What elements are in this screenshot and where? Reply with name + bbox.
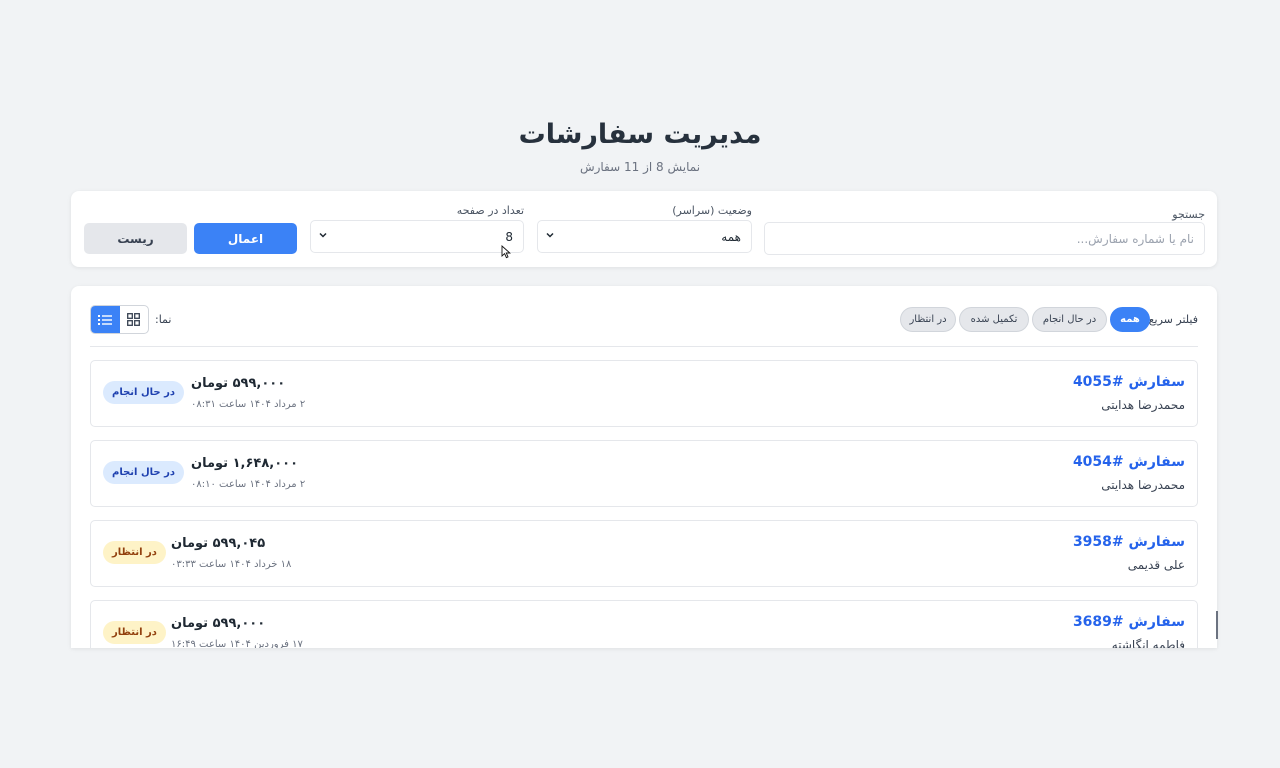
quick-filter-label: فیلتر سریع: [1144,313,1198,326]
reset-button[interactable]: ریست [84,223,187,254]
order-amount: ۵۹۹,۰۰۰ تومان [171,616,266,631]
order-datetime: ۱۷ فروردین ۱۴۰۴ ساعت ۱۶:۴۹ [171,639,303,648]
order-id-link[interactable]: سفارش #3689 [1073,614,1185,630]
page-header: مدیریت سفارشات نمایش 8 از 11 سفارش [0,116,1280,174]
order-datetime: ۱۸ خرداد ۱۴۰۴ ساعت ۰۳:۳۳ [171,559,292,570]
status-badge: در انتظار [103,621,166,644]
scrollbar-thumb[interactable] [1216,611,1218,639]
search-input[interactable]: نام یا شماره سفارش... [764,222,1205,255]
grid-view-button[interactable] [120,306,149,333]
page-subtitle: نمایش 8 از 11 سفارش [579,160,701,174]
order-row[interactable]: سفارش #3958 علی قدیمی ۵۹۹,۰۴۵ تومان ۱۸ خ… [90,520,1198,587]
status-select[interactable]: همه [537,220,752,253]
order-id-link[interactable]: سفارش #3958 [1073,534,1185,550]
chip-all[interactable]: همه [1110,307,1150,332]
order-amount: ۱,۶۴۸,۰۰۰ تومان [191,456,299,471]
mouse-cursor-icon [501,245,511,259]
apply-button[interactable]: اعمال [194,223,297,254]
chevron-down-icon [317,230,329,242]
status-badge: در انتظار [103,541,166,564]
status-badge: در حال انجام [103,381,184,404]
order-customer: علی قدیمی [1127,558,1185,572]
order-id-link[interactable]: سفارش #4055 [1073,374,1185,390]
order-row[interactable]: سفارش #3689 فاطمه انگاشته ۵۹۹,۰۰۰ تومان … [90,600,1198,648]
order-customer: محمدرضا هدایتی [1101,478,1185,492]
status-badge: در حال انجام [103,461,184,484]
search-label: جستجو [1172,208,1205,221]
orders-panel: فیلتر سریع: همه در حال انجام تکمیل شده د… [71,286,1217,648]
view-toggle [90,305,149,334]
order-amount: ۵۹۹,۰۰۰ تومان [191,376,286,391]
status-label: وضعیت (سراسر) [672,204,752,217]
chip-in-progress[interactable]: در حال انجام [1032,307,1107,332]
order-amount: ۵۹۹,۰۴۵ تومان [171,536,266,551]
chip-completed[interactable]: تکمیل شده [959,307,1029,332]
per-page-value: 8 [505,229,513,244]
order-datetime: ۲ مرداد ۱۴۰۴ ساعت ۰۸:۳۱ [191,399,306,410]
order-row[interactable]: سفارش #4054 محمدرضا هدایتی ۱,۶۴۸,۰۰۰ توم… [90,440,1198,507]
filter-panel: جستجو نام یا شماره سفارش... وضعیت (سراسر… [71,191,1217,267]
list-view-button[interactable] [91,306,120,333]
chevron-down-icon [544,230,556,242]
order-customer: فاطمه انگاشته [1111,638,1185,648]
toolbar-divider [90,346,1198,347]
chip-pending[interactable]: در انتظار [900,307,956,332]
per-page-select[interactable]: 8 [310,220,524,253]
page-title: مدیریت سفارشات [518,119,762,150]
order-id-link[interactable]: سفارش #4054 [1073,454,1185,470]
grid-icon [127,313,141,326]
order-datetime: ۲ مرداد ۱۴۰۴ ساعت ۰۸:۱۰ [191,479,306,490]
view-label: نما: [155,313,172,326]
order-row[interactable]: سفارش #4055 محمدرضا هدایتی ۵۹۹,۰۰۰ تومان… [90,360,1198,427]
per-page-label: تعداد در صفحه [456,204,524,217]
status-select-value: همه [721,229,741,244]
orders-page: مدیریت سفارشات نمایش 8 از 11 سفارش جستجو… [0,0,1280,768]
list-icon [98,314,113,325]
order-customer: محمدرضا هدایتی [1101,398,1185,412]
